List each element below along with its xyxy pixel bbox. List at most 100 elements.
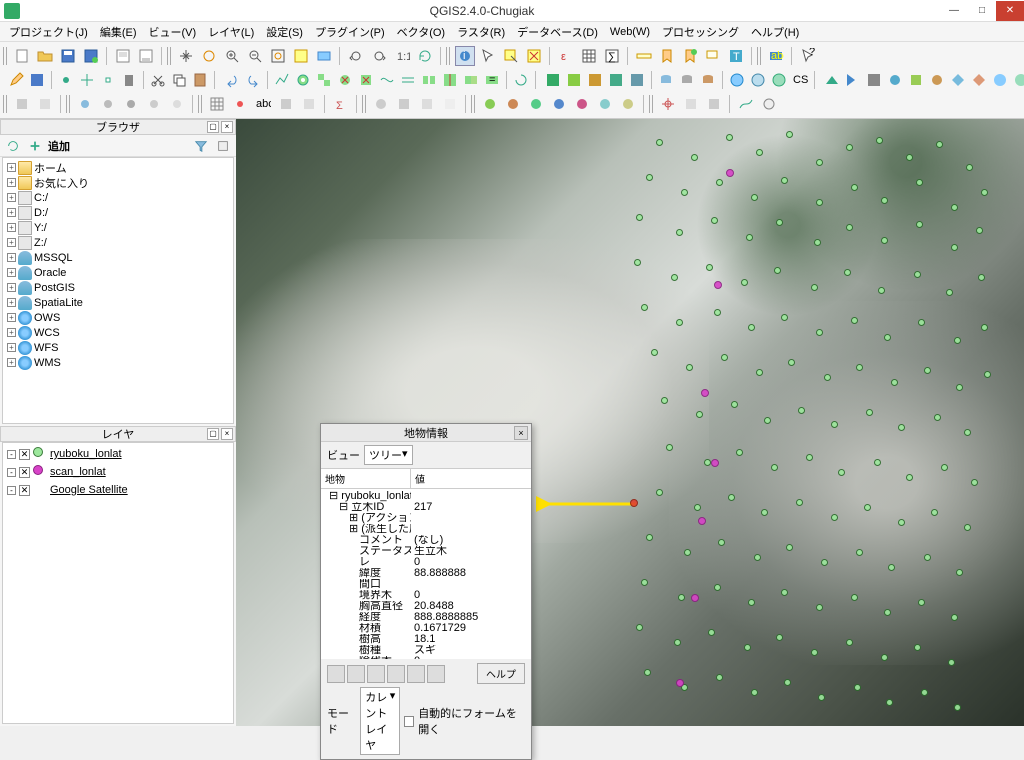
wfs-icon[interactable] (770, 70, 788, 90)
tool-e3-icon[interactable] (526, 94, 546, 114)
map-point[interactable] (918, 599, 925, 606)
pan-icon[interactable] (176, 46, 196, 66)
map-point[interactable] (674, 639, 681, 646)
delete-ring-icon[interactable] (336, 70, 354, 90)
openlayers4-icon[interactable] (607, 70, 625, 90)
map-point[interactable] (781, 177, 788, 184)
browser-item[interactable]: +C:/ (5, 190, 231, 205)
delete-feature-icon[interactable] (120, 70, 138, 90)
map-point[interactable] (976, 227, 983, 234)
browser-tree[interactable]: +ホーム+お気に入り+C:/+D:/+Y:/+Z:/+MSSQL+Oracle+… (2, 157, 234, 424)
map-point[interactable] (781, 589, 788, 596)
open-icon[interactable] (35, 46, 55, 66)
map-point[interactable] (748, 324, 755, 331)
map-point[interactable] (844, 269, 851, 276)
map-point[interactable] (741, 279, 748, 286)
map-point[interactable] (786, 131, 793, 138)
copy-icon[interactable] (170, 70, 188, 90)
map-point[interactable] (984, 371, 991, 378)
openlayers2-icon[interactable] (565, 70, 583, 90)
map-point[interactable] (656, 139, 663, 146)
menu-web[interactable]: Web(W) (605, 24, 655, 40)
map-point[interactable] (854, 684, 861, 691)
tool-a2-icon[interactable] (35, 94, 55, 114)
map-point[interactable] (666, 444, 673, 451)
map-point[interactable] (941, 464, 948, 471)
map-point[interactable] (636, 214, 643, 221)
map-point[interactable] (656, 489, 663, 496)
map-point[interactable] (948, 659, 955, 666)
zoom-next-icon[interactable] (369, 46, 389, 66)
browser-item[interactable]: +お気に入り (5, 175, 231, 190)
layer9-icon[interactable] (991, 70, 1009, 90)
map-point-scan[interactable] (701, 389, 709, 397)
toolbar-grip[interactable] (446, 47, 451, 65)
map-point[interactable] (934, 414, 941, 421)
layers-tree[interactable]: -✕ryuboku_lonlat-✕scan_lonlat-✕Google Sa… (2, 442, 234, 724)
expression-icon[interactable]: ε (556, 46, 576, 66)
tool-d3-icon[interactable] (417, 94, 437, 114)
map-point[interactable] (851, 184, 858, 191)
map-point[interactable] (846, 144, 853, 151)
browser-item[interactable]: +Oracle (5, 265, 231, 280)
map-point[interactable] (971, 479, 978, 486)
new-project-icon[interactable] (12, 46, 32, 66)
tool-c1-icon[interactable] (276, 94, 296, 114)
map-point[interactable] (874, 459, 881, 466)
map-point[interactable] (914, 271, 921, 278)
split-icon[interactable] (420, 70, 438, 90)
map-point[interactable] (736, 449, 743, 456)
map-point[interactable] (881, 237, 888, 244)
map-point-scan[interactable] (698, 517, 706, 525)
map-point[interactable] (876, 137, 883, 144)
toolbar-grip[interactable] (471, 95, 476, 113)
toolbar-grip[interactable] (649, 95, 654, 113)
map-point[interactable] (694, 504, 701, 511)
map-point[interactable] (811, 649, 818, 656)
attribute-table-icon[interactable] (579, 46, 599, 66)
delete-part-icon[interactable] (357, 70, 375, 90)
menu-processing[interactable]: プロセッシング (657, 22, 744, 42)
map-point[interactable] (884, 334, 891, 341)
map-point[interactable] (636, 624, 643, 631)
map-point[interactable] (646, 174, 653, 181)
menu-plugins[interactable]: プラグイン(P) (310, 22, 390, 42)
pan-selection-icon[interactable] (199, 46, 219, 66)
map-point[interactable] (981, 189, 988, 196)
identify-view-select[interactable]: ツリー▾ (364, 445, 413, 465)
map-point[interactable] (951, 244, 958, 251)
browser-undock-button[interactable]: ▢ (207, 121, 219, 133)
map-point[interactable] (714, 309, 721, 316)
map-point[interactable] (924, 367, 931, 374)
map-point[interactable] (678, 594, 685, 601)
tool-f1-icon[interactable] (681, 94, 701, 114)
map-point[interactable] (878, 287, 885, 294)
browser-add-icon[interactable] (26, 137, 44, 155)
grid-icon[interactable] (207, 94, 227, 114)
cut-icon[interactable] (149, 70, 167, 90)
map-point[interactable] (704, 459, 711, 466)
identify-print-icon[interactable] (407, 665, 425, 683)
browser-item[interactable]: +ホーム (5, 160, 231, 175)
map-point[interactable] (718, 539, 725, 546)
zoom-last-icon[interactable] (346, 46, 366, 66)
tool-e2-icon[interactable] (503, 94, 523, 114)
map-point[interactable] (676, 319, 683, 326)
minimize-button[interactable]: — (940, 1, 968, 21)
map-point[interactable] (856, 364, 863, 371)
layer-item[interactable]: -✕ryuboku_lonlat (5, 445, 231, 463)
tool-e4-icon[interactable] (549, 94, 569, 114)
menu-view[interactable]: ビュー(V) (144, 22, 202, 42)
map-point[interactable] (964, 429, 971, 436)
map-point[interactable] (691, 154, 698, 161)
identify-expand-new-icon[interactable] (367, 665, 385, 683)
map-point-scan[interactable] (714, 281, 722, 289)
map-point[interactable] (646, 534, 653, 541)
tool-e1-icon[interactable] (480, 94, 500, 114)
close-button[interactable]: ✕ (996, 1, 1024, 21)
map-point[interactable] (748, 599, 755, 606)
merge-icon[interactable] (462, 70, 480, 90)
map-point[interactable] (811, 284, 818, 291)
browser-item[interactable]: +WCS (5, 325, 231, 340)
menu-settings[interactable]: 設定(S) (261, 22, 308, 42)
